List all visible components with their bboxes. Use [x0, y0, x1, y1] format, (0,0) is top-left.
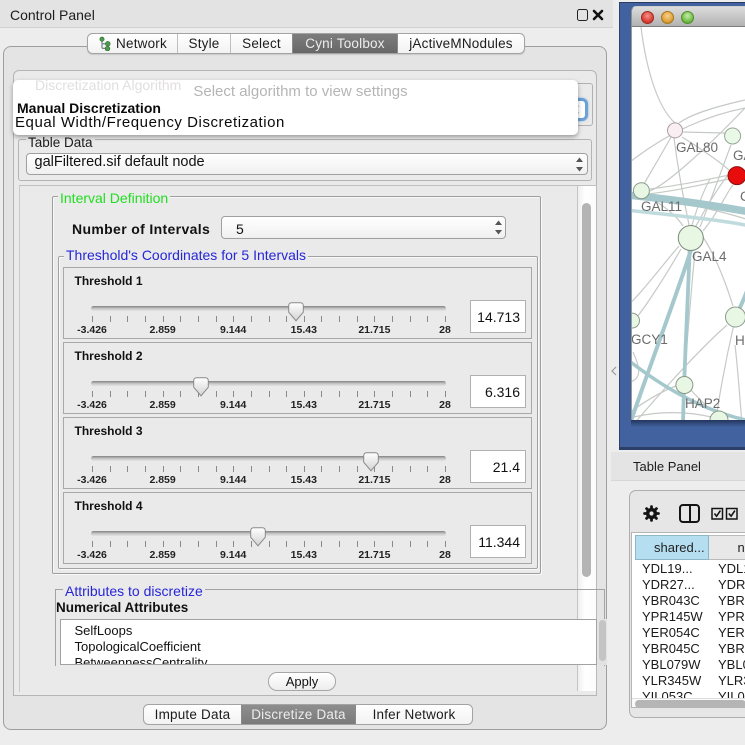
- svg-text:GCY1: GCY1: [632, 332, 668, 347]
- svg-text:C: C: [740, 189, 745, 204]
- svg-text:GAL11: GAL11: [641, 199, 682, 214]
- svg-text:GAL4: GAL4: [692, 249, 727, 264]
- svg-text:GAL80: GAL80: [676, 140, 718, 155]
- svg-text:GA: GA: [733, 148, 745, 163]
- svg-text:H: H: [735, 333, 745, 348]
- svg-text:HAP2: HAP2: [685, 396, 720, 411]
